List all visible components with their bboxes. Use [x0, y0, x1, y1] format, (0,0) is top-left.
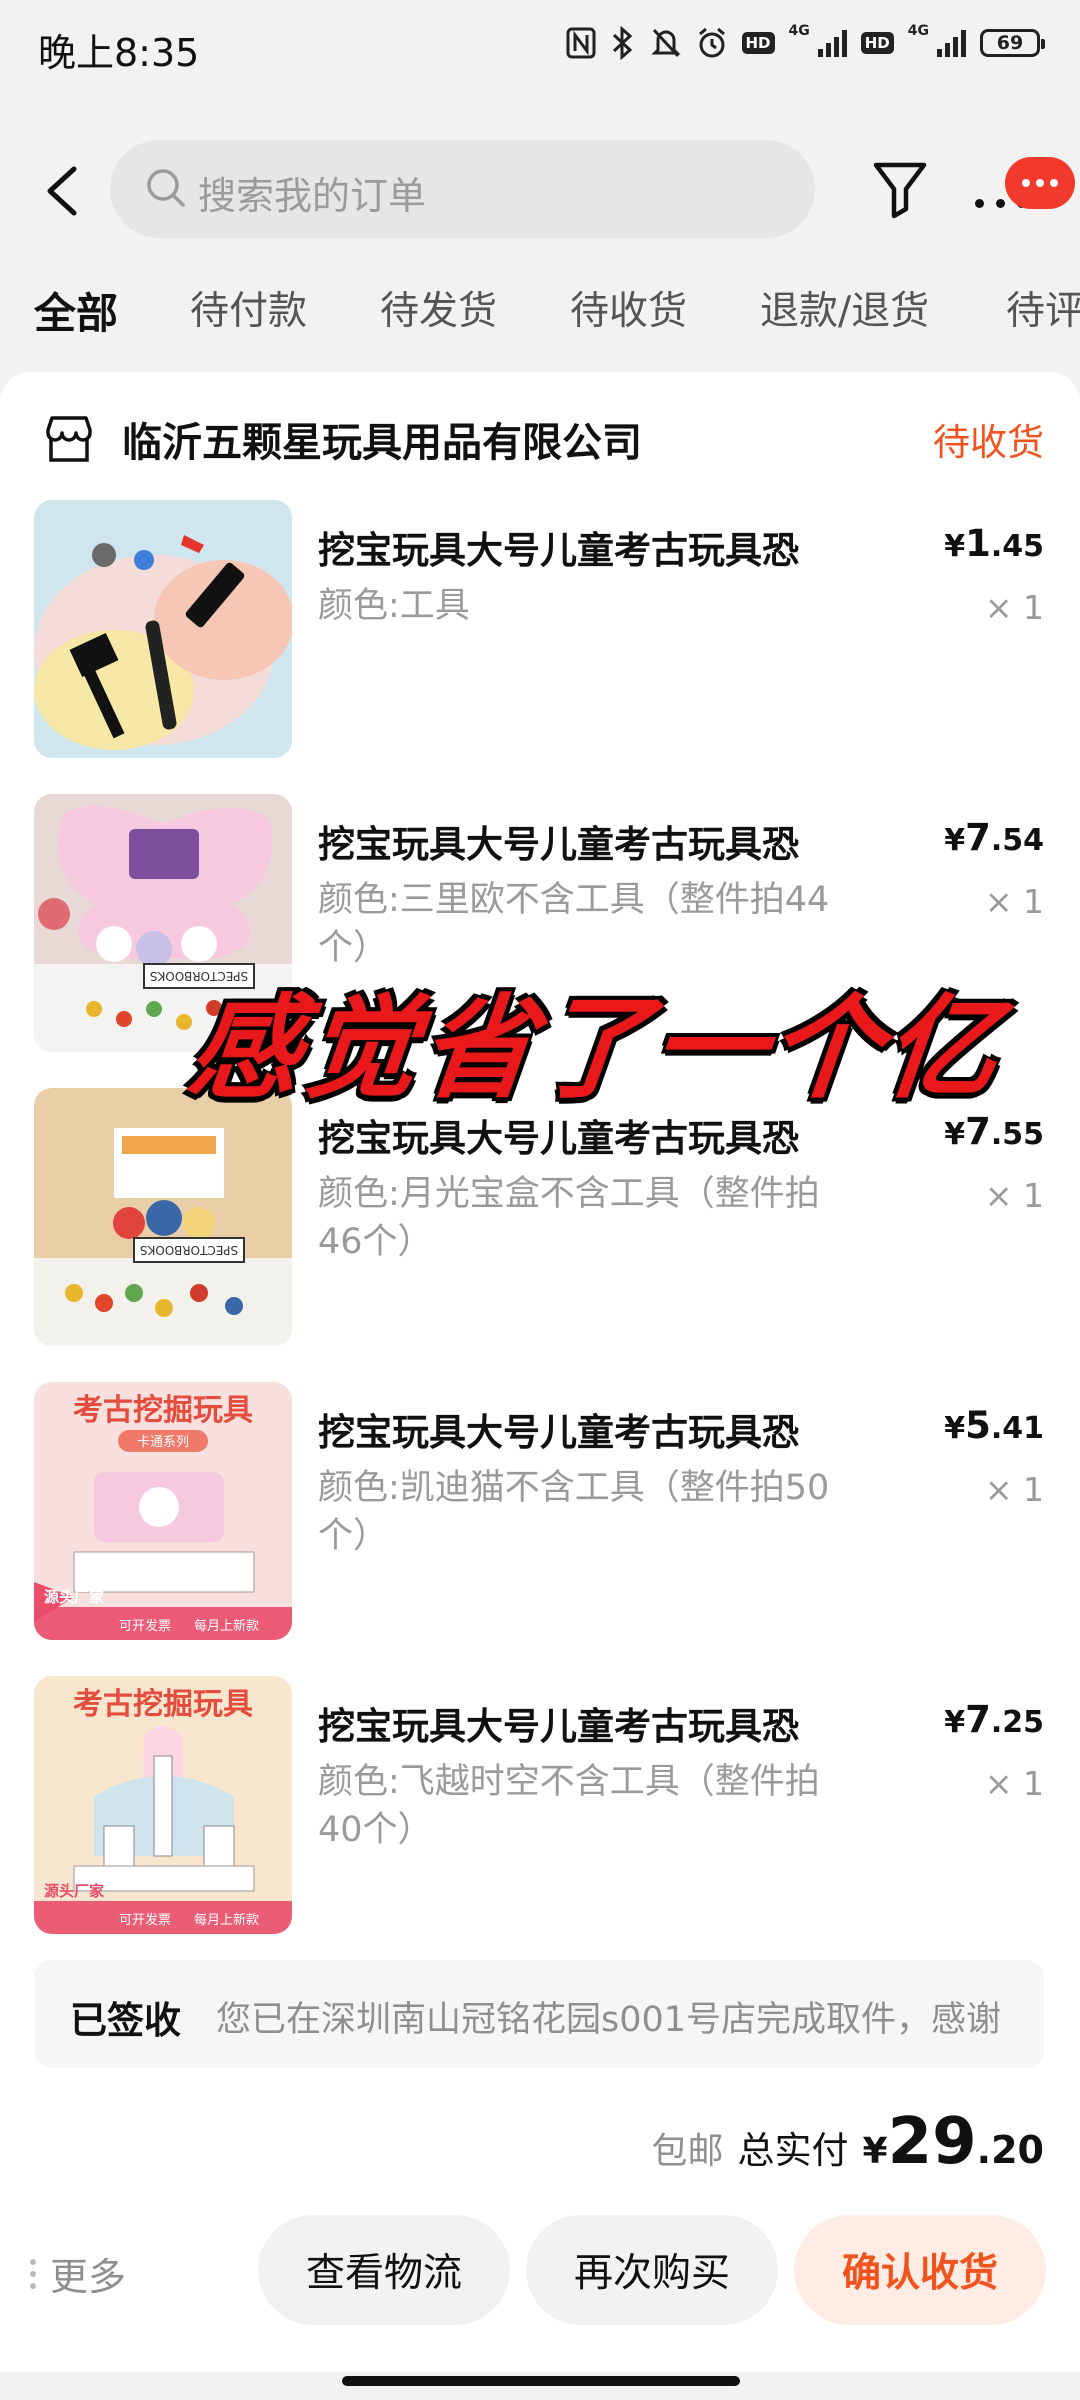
order-status: 待收货 — [933, 421, 1044, 464]
confirm-receipt-button[interactable]: 确认收货 — [794, 2215, 1046, 2325]
home-indicator[interactable] — [342, 2376, 740, 2386]
more-actions-button[interactable]: 更多 — [30, 2246, 126, 2301]
shop-icon — [46, 416, 92, 462]
item-title: 挖宝玩具大号儿童考古玩具恐 — [318, 1411, 799, 1454]
more-label: 更多 — [50, 2255, 127, 2299]
item-quantity: × 1 — [984, 588, 1044, 627]
filter-button[interactable] — [870, 153, 930, 223]
battery-icon: 69 — [980, 29, 1045, 57]
tab-all[interactable]: 全部 — [34, 280, 118, 340]
tab-pending-payment[interactable]: 待付款 — [190, 280, 307, 336]
back-arrow-icon — [47, 166, 77, 216]
thumb-banner: 考古挖掘玩具 — [73, 1687, 253, 1722]
order-item[interactable]: 考古挖掘玩具 源头厂家 可开发票 每月上新款 挖宝玩具大号儿童考古玩具恐 颜色:… — [0, 1676, 1080, 1936]
item-spec: 颜色:月光宝盒不含工具（整件拍46个） — [318, 1174, 820, 1262]
thumb-banner: 考古挖掘玩具 — [73, 1393, 253, 1428]
search-icon — [147, 169, 185, 207]
item-title: 挖宝玩具大号儿童考古玩具恐 — [318, 823, 799, 866]
item-spec: 颜色:飞越时空不含工具（整件拍40个） — [318, 1762, 820, 1850]
alarm-icon — [696, 26, 728, 60]
view-logistics-button[interactable]: 查看物流 — [258, 2215, 510, 2325]
thumb-invoice-label: 可开发票 — [119, 1912, 171, 1928]
item-price: ¥1.45 — [944, 522, 1044, 565]
thumb-series: 卡通系列 — [137, 1435, 189, 1450]
signal-icon — [937, 29, 966, 57]
delivery-message: 您已在深圳南山冠铭花园s001号店完成取件，感谢 — [216, 2000, 1002, 2040]
message-bubble-icon — [1005, 157, 1075, 209]
search-input[interactable]: 搜索我的订单 — [110, 140, 815, 238]
product-image — [34, 500, 292, 758]
filter-icon — [873, 162, 927, 219]
mute-bell-icon — [650, 26, 682, 60]
tab-pending-receipt[interactable]: 待收货 — [570, 280, 687, 336]
status-time: 晚上8:35 — [38, 31, 200, 75]
order-total: 包邮 总实付 ¥29.20 — [652, 2105, 1044, 2179]
item-quantity: × 1 — [984, 1470, 1044, 1509]
delivery-status: 已签收 — [70, 1999, 181, 2042]
tab-pending-shipment[interactable]: 待发货 — [380, 280, 497, 336]
buy-again-button[interactable]: 再次购买 — [526, 2215, 778, 2325]
item-spec: 颜色:凯迪猫不含工具（整件拍50个） — [318, 1468, 830, 1556]
hd-badge: HD — [741, 32, 775, 54]
shop-name[interactable]: 临沂五颗星玩具用品有限公司 — [122, 410, 642, 468]
search-header: 搜索我的订单 — [0, 135, 1080, 245]
order-item[interactable]: 挖宝玩具大号儿童考古玩具恐 颜色:工具 ¥1.45 × 1 — [0, 500, 1080, 760]
signal-icon — [817, 29, 847, 57]
tab-pending-review[interactable]: 待评 — [1006, 280, 1080, 336]
vertical-dots-icon — [30, 2258, 36, 2289]
tab-refund[interactable]: 退款/退货 — [760, 280, 929, 336]
item-quantity: × 1 — [984, 882, 1044, 921]
thumb-monthly-label: 每月上新款 — [194, 1618, 259, 1634]
more-options-button[interactable] — [975, 157, 1075, 217]
thumb-monthly-label: 每月上新款 — [194, 1912, 259, 1928]
hd-badge: HD — [860, 32, 894, 54]
item-spec: 颜色:工具 — [318, 586, 470, 626]
battery-level: 69 — [996, 32, 1024, 54]
overlay-caption: 感觉省了一个亿 — [182, 984, 1008, 1114]
product-image: 考古挖掘玩具 源头厂家 可开发票 每月上新款 — [34, 1676, 292, 1934]
item-price: ¥7.25 — [944, 1698, 1044, 1741]
item-quantity: × 1 — [984, 1764, 1044, 1803]
item-title: 挖宝玩具大号儿童考古玩具恐 — [318, 1705, 799, 1748]
item-price: ¥5.41 — [944, 1404, 1044, 1447]
thumb-invoice-label: 可开发票 — [119, 1618, 171, 1634]
network-type: 4G — [788, 23, 810, 39]
status-icons: HD 4G HD 4G 69 — [566, 23, 1045, 60]
back-button[interactable] — [34, 155, 94, 225]
shipping-label: 包邮 — [651, 2131, 724, 2172]
status-bar: 晚上8:35 HD 4G HD 4G 69 — [0, 0, 1080, 95]
thumb-source-label: 源头厂家 — [44, 1882, 104, 1900]
delivery-info[interactable]: 已签收 您已在深圳南山冠铭花园s001号店完成取件，感谢 — [34, 1960, 1044, 2068]
nfc-icon — [566, 27, 596, 59]
total-amount: ¥29.20 — [862, 2105, 1044, 2179]
product-image: 考古挖掘玩具 卡通系列 源头厂家 可开发票 每月上新款 — [34, 1382, 292, 1640]
total-label: 总实付 — [737, 2129, 849, 2172]
thumb-book-label: SPECTORBOOKS — [140, 1243, 238, 1257]
order-tabs: 全部 待付款 待发货 待收货 退款/退货 待评 — [0, 280, 1080, 340]
order-item[interactable]: SPECTORBOOKS 挖宝玩具大号儿童考古玩具恐 颜色:月光宝盒不含工具（整… — [0, 1088, 1080, 1348]
item-quantity: × 1 — [984, 1176, 1044, 1215]
product-image: SPECTORBOOKS — [34, 1088, 292, 1346]
search-placeholder: 搜索我的订单 — [198, 174, 427, 218]
network-type: 4G — [907, 23, 929, 39]
order-item[interactable]: 考古挖掘玩具 卡通系列 源头厂家 可开发票 每月上新款 挖宝玩具大号儿童考古玩具… — [0, 1382, 1080, 1642]
item-title: 挖宝玩具大号儿童考古玩具恐 — [318, 529, 799, 572]
thumb-source-label: 源头厂家 — [44, 1588, 104, 1606]
bluetooth-icon — [610, 26, 636, 60]
item-price: ¥7.54 — [944, 816, 1044, 859]
